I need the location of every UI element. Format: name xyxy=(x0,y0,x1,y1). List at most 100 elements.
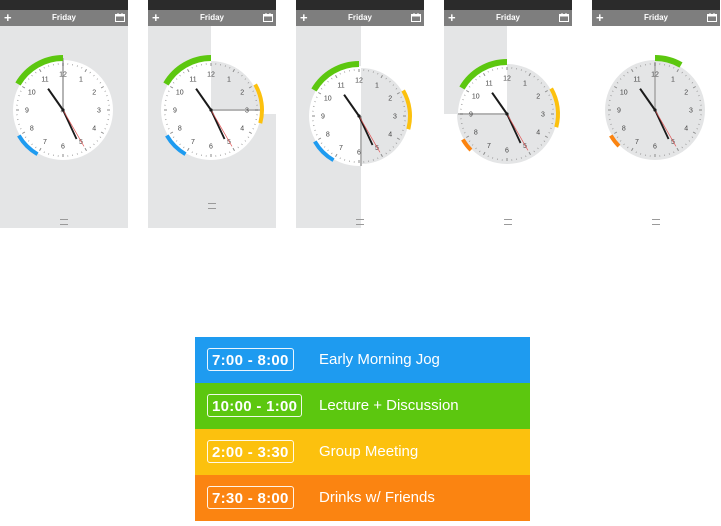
hour-label: 12 xyxy=(503,76,511,83)
hour-label: 1 xyxy=(375,82,379,89)
hour-label: 10 xyxy=(472,94,480,101)
legend-row-drinks[interactable]: 7:30 - 8:00 Drinks w/ Friends xyxy=(195,475,530,521)
hour-label: 9 xyxy=(617,108,621,115)
hour-label: 4 xyxy=(388,132,392,139)
hour-label: 7 xyxy=(635,139,639,146)
phone-screen-2: + Friday 12 1 2 3 4 5 6 7 8 9 10 11 xyxy=(148,0,276,228)
event-time: 2:00 - 3:30 xyxy=(207,440,294,463)
hour-label: 2 xyxy=(240,90,244,97)
status-bar xyxy=(592,0,720,10)
hour-label: 8 xyxy=(178,126,182,133)
hour-label: 12 xyxy=(355,78,363,85)
title-bar: + Friday xyxy=(148,10,276,26)
hour-label: 8 xyxy=(474,130,478,137)
hour-label: 1 xyxy=(523,80,527,87)
clock-face[interactable]: 121234567891011 xyxy=(444,26,572,228)
legend-row-meeting[interactable]: 2:00 - 3:30 Group Meeting xyxy=(195,429,530,475)
clock-view[interactable]: 12 1 2 3 4 5 6 7 8 9 10 11 xyxy=(444,26,572,228)
hour-label: 3 xyxy=(689,108,693,115)
hour-label: 3 xyxy=(245,108,249,115)
hour-label: 9 xyxy=(173,108,177,115)
clock-view[interactable]: 12 1 2 3 4 5 6 7 8 9 10 11 xyxy=(148,26,276,228)
legend-row-lecture[interactable]: 10:00 - 1:00 Lecture + Discussion xyxy=(195,383,530,429)
legend-row-jog[interactable]: 7:00 - 8:00 Early Morning Jog xyxy=(195,337,530,383)
phone-screen-3: + Friday 12 1 2 3 4 5 6 7 8 9 10 11 xyxy=(296,0,424,228)
clock-face[interactable]: 121234567891011 xyxy=(148,26,276,228)
clock-face[interactable]: 121234567891011 xyxy=(0,26,128,228)
phone-screen-5: + Friday 12 1 2 3 4 5 6 7 8 9 10 11 xyxy=(592,0,720,228)
hour-label: 8 xyxy=(326,132,330,139)
hour-label: 11 xyxy=(633,76,640,83)
hour-label: 12 xyxy=(207,72,215,79)
center-pin xyxy=(357,114,361,118)
title-bar: + Friday xyxy=(0,10,128,26)
calendar-icon[interactable] xyxy=(559,13,569,22)
hour-label: 12 xyxy=(651,72,659,79)
hour-label: 12 xyxy=(59,72,67,79)
hour-label: 7 xyxy=(487,143,491,150)
center-pin xyxy=(505,112,509,116)
center-pin xyxy=(209,108,213,112)
hour-label: 6 xyxy=(653,144,657,151)
phone-screen-4: + Friday 12 1 2 3 4 5 6 7 8 9 10 11 xyxy=(444,0,572,228)
event-legend: 7:00 - 8:00 Early Morning Jog 10:00 - 1:… xyxy=(195,337,530,521)
hour-label: 6 xyxy=(209,144,213,151)
hour-label: 11 xyxy=(189,76,196,83)
title-bar: + Friday xyxy=(592,10,720,26)
day-title: Friday xyxy=(495,13,520,22)
event-title: Group Meeting xyxy=(319,443,419,460)
hour-label: 8 xyxy=(30,126,34,133)
hour-label: 6 xyxy=(61,144,65,151)
hour-label: 4 xyxy=(536,130,540,137)
hour-label: 5 xyxy=(375,145,379,152)
calendar-icon[interactable] xyxy=(115,13,125,22)
clock-view[interactable]: 12 1 2 3 4 5 6 7 8 9 10 11 xyxy=(296,26,424,228)
calendar-icon[interactable] xyxy=(411,13,421,22)
hour-label: 9 xyxy=(321,114,325,121)
drag-handle[interactable] xyxy=(652,219,660,225)
clock-face[interactable]: 121234567891011 xyxy=(296,26,424,228)
center-pin xyxy=(653,108,657,112)
hour-label: 7 xyxy=(339,145,343,152)
hour-label: 8 xyxy=(622,126,626,133)
hour-label: 1 xyxy=(227,76,231,83)
hour-label: 7 xyxy=(191,139,195,146)
hour-label: 6 xyxy=(357,150,361,157)
event-title: Early Morning Jog xyxy=(319,351,440,368)
event-time: 7:00 - 8:00 xyxy=(207,348,294,371)
hour-label: 2 xyxy=(536,94,540,101)
drag-handle[interactable] xyxy=(60,219,68,225)
calendar-icon[interactable] xyxy=(263,13,273,22)
day-title: Friday xyxy=(199,13,224,22)
hour-label: 10 xyxy=(324,96,332,103)
event-time: 7:30 - 8:00 xyxy=(207,486,294,509)
hour-label: 5 xyxy=(227,139,231,146)
hour-label: 11 xyxy=(337,82,344,89)
hour-label: 1 xyxy=(671,76,675,83)
hour-label: 2 xyxy=(388,96,392,103)
hour-label: 5 xyxy=(79,139,83,146)
title-bar: + Friday xyxy=(296,10,424,26)
hour-label: 10 xyxy=(28,90,36,97)
day-title: Friday xyxy=(51,13,76,22)
drag-handle[interactable] xyxy=(208,203,216,209)
hour-label: 9 xyxy=(469,112,473,119)
hour-label: 9 xyxy=(25,108,29,115)
drag-handle[interactable] xyxy=(356,219,364,225)
clock-face[interactable]: 121234567891011 xyxy=(592,26,720,228)
status-bar xyxy=(444,0,572,10)
drag-handle[interactable] xyxy=(504,219,512,225)
hour-label: 10 xyxy=(620,90,628,97)
hour-label: 2 xyxy=(92,90,96,97)
hour-label: 3 xyxy=(541,112,545,119)
calendar-icon[interactable] xyxy=(707,13,717,22)
hour-label: 3 xyxy=(393,114,397,121)
event-title: Drinks w/ Friends xyxy=(319,489,435,506)
status-bar xyxy=(148,0,276,10)
day-title: Friday xyxy=(347,13,372,22)
hour-label: 5 xyxy=(523,143,527,150)
hour-label: 6 xyxy=(505,148,509,155)
hour-label: 11 xyxy=(485,80,492,87)
clock-view[interactable]: 12 1 2 3 4 5 6 7 8 9 10 11 xyxy=(592,26,720,228)
clock-view[interactable]: 12 1 2 3 4 5 6 7 8 9 10 11 xyxy=(0,26,128,228)
